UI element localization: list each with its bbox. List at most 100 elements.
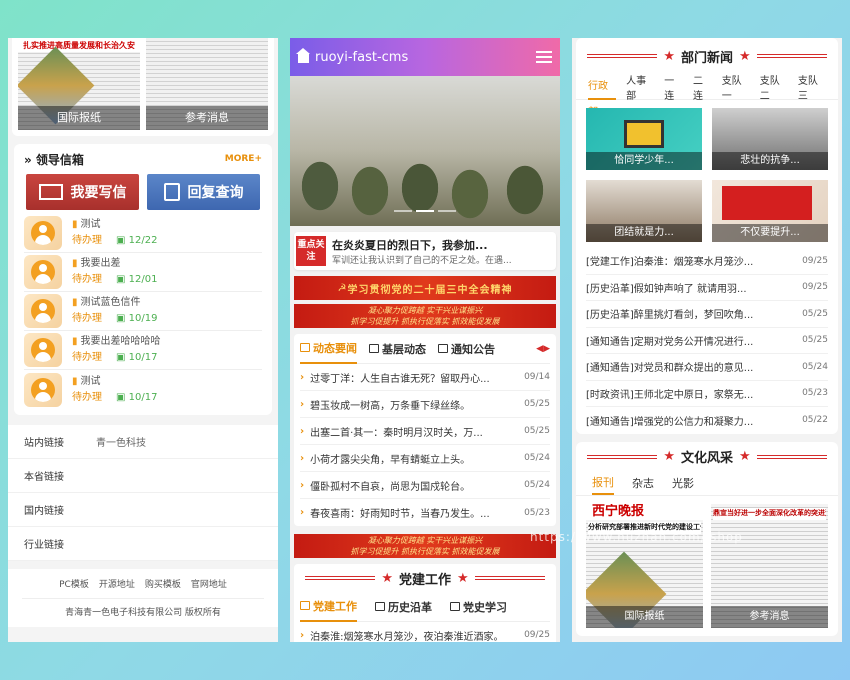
watermark: https://www.huzhan.com/ishop [530,530,743,544]
reply-query-button[interactable]: 回复查询 [147,174,260,210]
mailbox-card: » 领导信箱 MORE+ 我要写信 回复查询 ▮测试 待办理▣ 12/22 [14,144,272,415]
news-item[interactable]: [时政资讯]王师北定中原日，家祭无... 05/23 [586,381,828,407]
tab-scroll-arrows-icon[interactable]: ◀▶ [536,344,550,354]
tab-news[interactable]: 动态要闻 [300,334,357,364]
news-thumbnail[interactable]: 团结就是力... [586,180,702,242]
letter-item[interactable]: ▮ 我要出差 待办理 ▣ 12/01 [24,253,262,292]
dept-tabs: 行政部 人事部 一连 二连 支队一 支队二 支队三 [576,72,838,118]
footer-link[interactable]: 开源地址 [99,577,135,590]
left-panel: 扎实推进高质量发展和长治久安 国际报纸 参考消息 » 领导信箱 MORE+ 我要… [8,38,278,642]
document-icon [438,344,448,353]
promo-banner[interactable]: ☭ 学习贯彻党的二十届三中全会精神 [294,276,556,300]
news-item[interactable]: [通知通告]增强党的公信力和凝聚力... 05/22 [586,407,828,434]
letter-item[interactable]: ▮ 测试 待办理 ▣ 10/17 [24,370,262,409]
news-item[interactable]: › 僵卧孤村不自哀，尚思为国戍轮台。 05/24 [300,472,550,499]
thumb-grid: 恰同学少年... 悲壮的抗争... 团结就是力... 不仅要提升... [576,100,838,248]
newspaper-card[interactable]: 鼎宣当好进一步全面深化改革的突进运实干家 参考消息 [711,503,828,628]
chevron-right-icon: › [300,507,305,518]
letter-list: ▮ 测试 待办理 ▣ 12/22 ▮ 我要出差 待办理 ▣ 12/01 ▮ 测试蓝色信件 … [14,210,272,409]
newspaper-card[interactable]: 西宁晚报 分析研究部署推进新时代党的建设工作 国际报纸 [586,503,703,628]
news-item[interactable]: › 泊秦淮:烟笼寒水月笼沙，夜泊秦淮近酒家。 09/25 [300,622,550,643]
star-icon: ★ [663,449,675,464]
letter-item[interactable]: ▮ 测试 待办理 ▣ 12/22 [24,214,262,253]
tab-party-work[interactable]: 党建工作 [300,592,357,622]
brand[interactable]: ruoyi-fast-cms [296,48,408,65]
tab-dept[interactable]: 人事部 [626,72,654,102]
letter-title: 测试 [80,375,101,387]
newspaper-card[interactable]: 参考消息 [146,38,268,130]
news-item[interactable]: [历史沿革]假如钟声响了 就请用羽... 09/25 [586,275,828,301]
star-icon: ★ [457,570,469,586]
news-item[interactable]: › 小荷才露尖尖角，早有蜻蜓立上头。 05/24 [300,445,550,472]
ornament-bar [756,54,827,58]
carousel-dot[interactable] [438,210,456,212]
tab-newspapers[interactable]: 报刊 [592,471,614,495]
news-item[interactable]: [历史沿革]醉里挑灯看剑，梦回吹角... 05/25 [586,301,828,328]
right-panel: ★ 部门新闻 ★ 行政部 人事部 一连 二连 支队一 支队二 支队三 恰同学少年… [572,38,842,642]
tab-dept[interactable]: 支队二 [760,72,788,102]
user-icon [31,299,55,323]
tab-history[interactable]: 历史沿革 [375,592,432,622]
news-item[interactable]: › 出塞二首·其一：秦时明月汉时关，万... 05/25 [300,418,550,445]
link-value[interactable]: 青一色科技 [96,434,146,449]
user-icon [31,377,55,402]
tab-dept[interactable]: 一连 [664,72,683,102]
news-thumbnail[interactable]: 不仅要提升... [712,180,828,242]
tab-dept[interactable]: 支队一 [722,72,750,102]
tab-magazines[interactable]: 杂志 [632,475,654,491]
tab-grassroots[interactable]: 基层动态 [369,334,426,364]
more-link[interactable]: MORE+ [225,154,262,164]
news-item[interactable]: [通知通告]对党员和群众提出的意见... 05/24 [586,354,828,381]
link-row[interactable]: 站内链接 青一色科技 [8,425,278,459]
ornament-bar [587,54,658,58]
hero-carousel[interactable] [290,76,560,226]
newspaper-row: 扎实推进高质量发展和长治久安 国际报纸 参考消息 [12,38,274,136]
news-item[interactable]: › 碧玉妆成一树高，万条垂下绿丝绦。 05/25 [300,391,550,418]
footer-links: PC模板 开源地址 购买模板 官网地址 [22,569,264,599]
footer-link[interactable]: 购买模板 [145,577,181,590]
slogan-banner[interactable]: 凝心聚力促跨越 实干兴业谋振兴 抓学习促提升 抓执行促落实 抓效能促发展 [294,534,556,558]
newspaper-masthead: 扎实推进高质量发展和长治久安 [18,38,140,52]
tab-dept[interactable]: 二连 [693,72,712,102]
news-item[interactable]: [党建工作]泊秦淮：烟笼寒水月笼沙... 09/25 [586,248,828,275]
news-thumbnail[interactable]: 恰同学少年... [586,108,702,170]
news-item[interactable]: › 春夜喜雨：好雨知时节，当春乃发生。... 05/23 [300,499,550,526]
write-letter-button[interactable]: 我要写信 [26,174,139,210]
footer-link[interactable]: PC模板 [59,577,89,590]
ornament-bar [305,576,376,580]
featured-notice[interactable]: 重点关注 在炎炎夏日的烈日下，我参加... 军训还让我认识到了自己的不足之处。在… [294,232,556,270]
link-row[interactable]: 国内链接 [8,493,278,527]
tab-party-history[interactable]: 党史学习 [450,592,507,622]
letter-item[interactable]: ▮ 我要出差哈哈哈哈 待办理 ▣ 10/17 [24,331,262,370]
news-date: 09/25 [802,282,828,293]
dept-news-list: [党建工作]泊秦淮：烟笼寒水月笼沙... 09/25 [历史沿革]假如钟声响了 就… [576,248,838,434]
letter-item[interactable]: ▮ 测试蓝色信件 待办理 ▣ 10/19 [24,292,262,331]
section-heading: ★ 部门新闻 ★ [576,38,838,74]
news-thumbnail[interactable]: 悲壮的抗争... [712,108,828,170]
user-icon [31,221,55,245]
star-icon: ★ [739,48,751,64]
carousel-dot[interactable] [394,210,412,212]
news-title: 碧玉妆成一树高，万条垂下绿丝绦。 [310,400,471,412]
link-row[interactable]: 行业链接 [8,527,278,561]
carousel-dot[interactable] [416,210,434,212]
thumbnail-caption: 悲壮的抗争... [712,152,828,170]
slogan-banner[interactable]: 凝心聚力促跨越 实干兴业谋振兴 抓学习促提升 抓执行促落实 抓效能促发展 [294,304,556,328]
tab-notices[interactable]: 通知公告 [438,334,495,364]
tab-photos[interactable]: 光影 [672,475,694,491]
tab-dept[interactable]: 行政部 [588,74,617,118]
book-icon: ▮ [72,297,78,308]
menu-icon[interactable] [536,51,552,63]
user-icon [31,260,55,284]
news-date: 05/25 [802,308,828,319]
link-row[interactable]: 本省链接 [8,459,278,493]
newspaper-card[interactable]: 扎实推进高质量发展和长治久安 国际报纸 [18,38,140,130]
tab-dept[interactable]: 支队三 [798,72,826,102]
footer-link[interactable]: 官网地址 [191,577,227,590]
news-item[interactable]: [通知通告]定期对党务公开情况进行... 05/25 [586,328,828,354]
newspaper-caption: 国际报纸 [18,106,140,130]
avatar [24,216,62,250]
slogan-top: 凝心聚力促跨越 实干兴业谋振兴 [367,536,483,545]
newspaper-icon [300,343,310,352]
news-item[interactable]: › 过零丁洋：人生自古谁无死？留取丹心... 09/14 [300,364,550,391]
